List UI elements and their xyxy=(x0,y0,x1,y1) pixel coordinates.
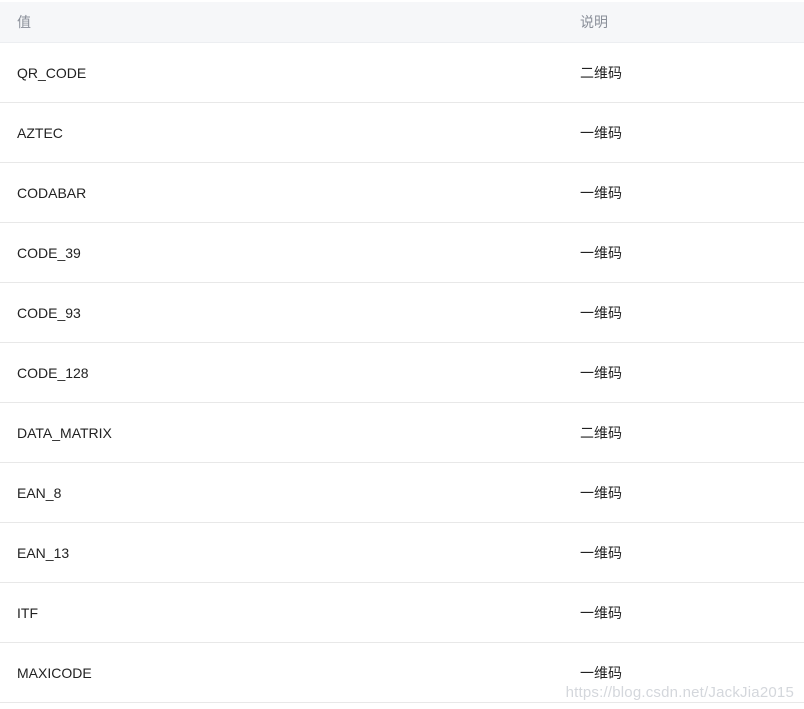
table-row: MAXICODE 一维码 xyxy=(0,643,804,703)
cell-description: 一维码 xyxy=(580,244,622,261)
table-row: QR_CODE 二维码 xyxy=(0,43,804,103)
cell-description: 一维码 xyxy=(580,604,622,621)
table-row: EAN_13 一维码 xyxy=(0,523,804,583)
table-row: ITF 一维码 xyxy=(0,583,804,643)
cell-value: AZTEC xyxy=(17,124,63,141)
table-row: CODE_128 一维码 xyxy=(0,343,804,403)
barcode-format-table: 值 说明 QR_CODE 二维码 AZTEC 一维码 CODABAR 一维码 C… xyxy=(0,2,804,703)
table-row: CODE_39 一维码 xyxy=(0,223,804,283)
cell-value: CODE_93 xyxy=(17,304,81,321)
table-row: CODABAR 一维码 xyxy=(0,163,804,223)
table-header-row: 值 说明 xyxy=(0,2,804,43)
cell-value: EAN_8 xyxy=(17,484,62,501)
cell-value: CODABAR xyxy=(17,184,87,201)
cell-value: QR_CODE xyxy=(17,64,87,81)
cell-value: ITF xyxy=(17,604,38,621)
table-row: CODE_93 一维码 xyxy=(0,283,804,343)
table-row: AZTEC 一维码 xyxy=(0,103,804,163)
cell-description: 一维码 xyxy=(580,364,622,381)
cell-description: 一维码 xyxy=(580,544,622,561)
cell-description: 二维码 xyxy=(580,424,622,441)
header-value: 值 xyxy=(17,14,31,30)
cell-description: 一维码 xyxy=(580,304,622,321)
cell-value: EAN_13 xyxy=(17,544,70,561)
cell-value: CODE_128 xyxy=(17,364,89,381)
header-description: 说明 xyxy=(580,14,608,30)
cell-value: MAXICODE xyxy=(17,664,92,681)
cell-value: DATA_MATRIX xyxy=(17,424,112,441)
cell-description: 一维码 xyxy=(580,124,622,141)
cell-description: 二维码 xyxy=(580,64,622,81)
cell-description: 一维码 xyxy=(580,664,622,681)
table-row: EAN_8 一维码 xyxy=(0,463,804,523)
cell-description: 一维码 xyxy=(580,484,622,501)
cell-description: 一维码 xyxy=(580,184,622,201)
table-row: DATA_MATRIX 二维码 xyxy=(0,403,804,463)
cell-value: CODE_39 xyxy=(17,244,81,261)
